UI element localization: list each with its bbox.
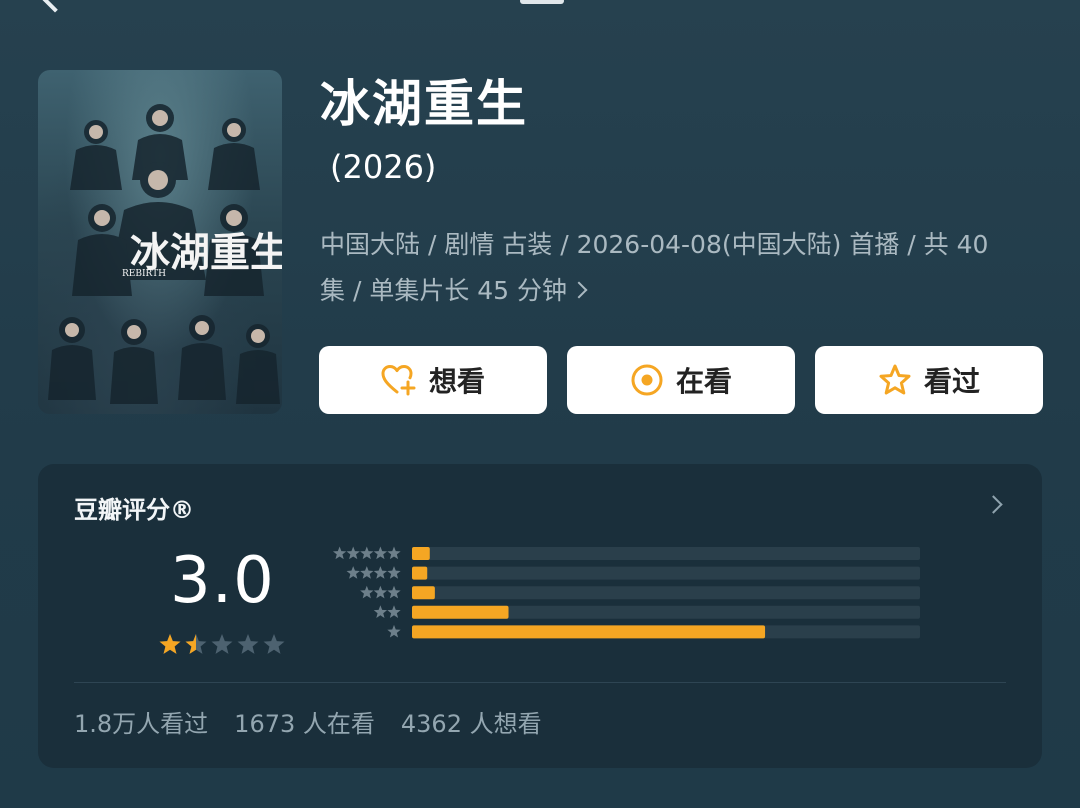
distribution-star-icon [387, 546, 401, 560]
distribution-star-icon [387, 605, 401, 618]
want-to-watch-label: 想看 [428, 365, 485, 398]
distribution-star-icon [346, 546, 360, 560]
distribution-star-icon [360, 585, 374, 599]
distribution-star-icon [346, 566, 360, 579]
distribution-star-icon [373, 546, 388, 560]
distribution-bar-track [412, 547, 920, 560]
distribution-bar-3-star [412, 586, 435, 600]
distribution-star-icon [387, 585, 401, 599]
rating-star-empty [237, 634, 259, 654]
rating-stars [159, 634, 285, 654]
distribution-bar-2-star [412, 605, 509, 619]
watching-button[interactable]: 在看 [567, 346, 795, 414]
watched-count: 1.8万人看过 [74, 710, 209, 738]
rating-distribution [332, 546, 920, 639]
divider [74, 682, 1006, 683]
distribution-star-icon [373, 585, 388, 599]
target-circle-icon [631, 364, 663, 396]
stats-row: 1.8万人看过 1673 人在看 4362 人想看 [74, 704, 542, 739]
distribution-star-icon [360, 546, 374, 560]
watched-label: 看过 [923, 365, 980, 398]
drag-handle[interactable] [520, 0, 564, 4]
movie-detail-page: 冰湖重生 REBIRTH 冰湖重生 (2026) 中国大陆 / 剧情 古装 / … [0, 0, 1080, 808]
poster-image[interactable]: 冰湖重生 REBIRTH [38, 70, 282, 414]
rating-star-empty [263, 634, 285, 654]
distribution-bar-5-star [412, 547, 430, 560]
rating-star-filled [159, 634, 181, 654]
distribution-star-icon [373, 605, 388, 618]
rating-score: 3.0 [170, 544, 275, 618]
watched-button[interactable]: 看过 [815, 346, 1043, 414]
back-arrow-icon[interactable] [39, 0, 71, 13]
distribution-bar-4-star [412, 566, 428, 580]
rating-star-empty [211, 634, 233, 654]
distribution-bar-track [412, 566, 920, 580]
release-year: (2026) [330, 148, 437, 186]
meta-line-1: 中国大陆 / 剧情 古装 / 2026-04-08(中国大陆) 首播 / 共 4… [320, 230, 989, 259]
meta-line-2: 集 / 单集片长 45 分钟 [320, 276, 568, 305]
distribution-bar-track [412, 586, 920, 600]
want-count: 4362 人想看 [400, 710, 542, 738]
distribution-star-icon [373, 566, 388, 579]
chevron-right-icon[interactable] [984, 495, 1003, 514]
want-to-watch-button[interactable]: 想看 [319, 346, 547, 414]
distribution-bar-1-star [412, 625, 766, 639]
show-meta[interactable]: 中国大陆 / 剧情 古装 / 2026-04-08(中国大陆) 首播 / 共 4… [320, 222, 1040, 314]
heart-plus-icon [381, 365, 416, 396]
distribution-star-icon [387, 624, 401, 638]
watching-count: 1673 人在看 [234, 710, 375, 738]
distribution-star-icon [360, 566, 374, 579]
distribution-star-icon [332, 546, 347, 560]
star-outline-icon [879, 364, 911, 395]
rating-card[interactable]: 豆瓣评分® 3.0 1.8万人看过 1673 人在看 4362 人想看 [38, 464, 1042, 768]
page-title: 冰湖重生 [320, 75, 528, 133]
distribution-star-icon [387, 566, 401, 579]
watching-label: 在看 [675, 365, 732, 398]
chevron-right-icon [570, 281, 588, 299]
rating-title: 豆瓣评分® [74, 496, 194, 524]
poster-subtitle-text: REBIRTH [122, 269, 166, 279]
